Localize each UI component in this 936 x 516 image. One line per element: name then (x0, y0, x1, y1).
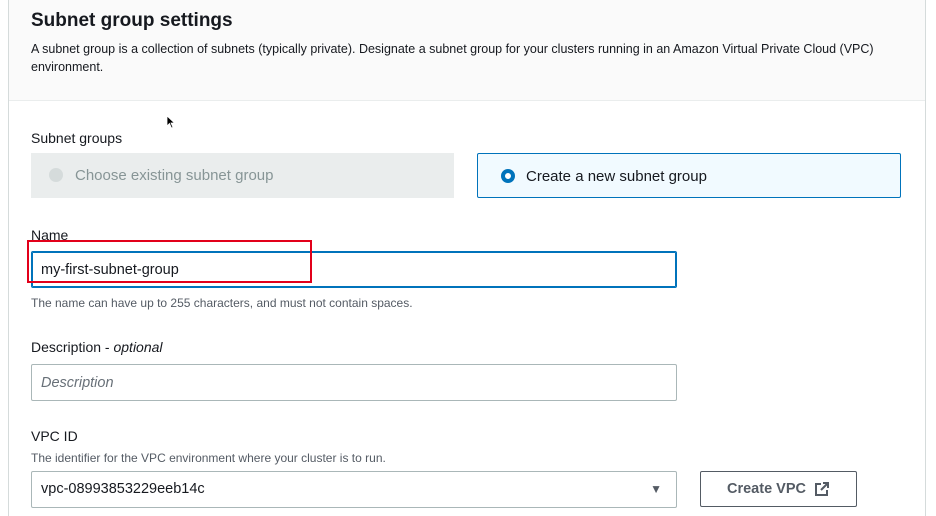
external-link-icon (814, 482, 829, 496)
section-title: Subnet group settings (31, 10, 233, 31)
choose-existing-subnet-group-option[interactable]: Choose existing subnet group (31, 153, 454, 198)
create-vpc-button[interactable]: Create VPC (700, 471, 857, 507)
name-hint: The name can have up to 255 characters, … (31, 296, 413, 310)
vpc-id-value: vpc-08993853229eeb14c (41, 481, 205, 497)
section-description: A subnet group is a collection of subnet… (31, 42, 874, 74)
radio-selected-icon[interactable] (501, 169, 515, 183)
name-input[interactable] (31, 251, 677, 288)
caret-down-icon[interactable]: ▼ (650, 482, 662, 496)
description-label-text: Description (31, 339, 102, 355)
name-label: Name (31, 227, 69, 243)
vpc-id-hint: The identifier for the VPC environment w… (31, 451, 386, 465)
subnet-group-settings-panel: Subnet group settings A subnet group is … (8, 0, 926, 516)
choose-existing-subnet-group-label: Choose existing subnet group (75, 167, 274, 184)
subnet-groups-label: Subnet groups (31, 130, 123, 146)
vpc-id-select[interactable]: vpc-08993853229eeb14c ▼ (31, 471, 677, 508)
section-header: Subnet group settings A subnet group is … (9, 0, 925, 101)
create-vpc-button-label: Create VPC (727, 481, 806, 497)
radio-unselected-icon[interactable] (49, 168, 63, 182)
create-new-subnet-group-label: Create a new subnet group (526, 168, 707, 185)
description-label: Description - optional (31, 339, 163, 355)
description-input[interactable] (31, 364, 677, 401)
mouse-pointer-icon (166, 115, 176, 129)
optional-label: optional (113, 339, 163, 355)
description-label-separator: - (101, 339, 114, 355)
vpc-id-label: VPC ID (31, 428, 78, 444)
create-new-subnet-group-option[interactable]: Create a new subnet group (477, 153, 901, 198)
